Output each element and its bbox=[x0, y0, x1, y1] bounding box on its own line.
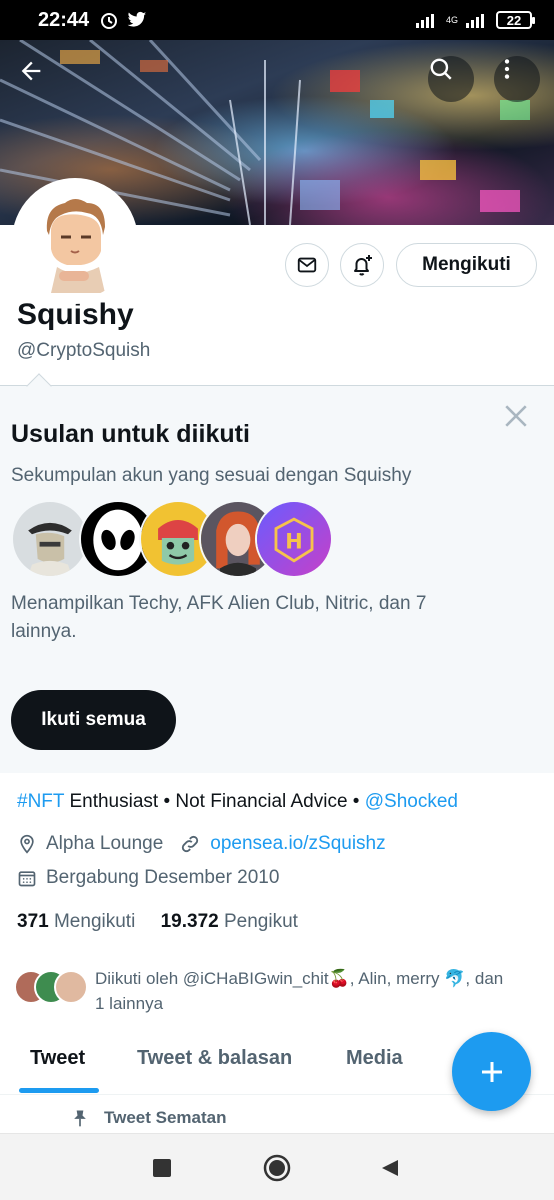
following-button[interactable]: Mengikuti bbox=[396, 243, 537, 287]
profile-stats: 371 Mengikuti 19.372 Pengikut bbox=[17, 911, 298, 933]
tab-tweet-and-replies[interactable]: Tweet & balasan bbox=[137, 1047, 292, 1070]
avatar-image bbox=[17, 183, 133, 299]
suggested-accounts-avatars[interactable]: H bbox=[11, 500, 341, 580]
battery-level: 22 bbox=[506, 12, 522, 28]
plus-icon bbox=[481, 1061, 502, 1082]
recent-apps-button[interactable] bbox=[146, 1152, 178, 1184]
close-icon[interactable] bbox=[503, 403, 529, 429]
pinned-label-text: Tweet Sematan bbox=[104, 1108, 227, 1127]
active-tab-indicator bbox=[19, 1088, 99, 1093]
followers-label: Pengikut bbox=[224, 911, 298, 932]
profile-location: Alpha Lounge bbox=[46, 833, 164, 854]
profile-joined: Bergabung Desember 2010 bbox=[46, 867, 280, 888]
more-options-button[interactable] bbox=[494, 56, 540, 102]
profile-bio: #NFT Enthusiast • Not Financial Advice •… bbox=[17, 791, 458, 813]
envelope-icon bbox=[297, 257, 317, 273]
network-type: 4G bbox=[445, 14, 458, 25]
alarm-icon bbox=[101, 13, 118, 29]
followers-count: 19.372 bbox=[160, 911, 219, 932]
suggestions-title: Usulan untuk diikuti bbox=[11, 420, 250, 448]
bio-mention-link[interactable]: @Shocked bbox=[365, 791, 458, 812]
tab-media[interactable]: Media bbox=[346, 1047, 403, 1070]
suggestions-description: Menampilkan Techy, AFK Alien Club, Nitri… bbox=[11, 590, 531, 646]
follow-all-button[interactable]: Ikuti semua bbox=[11, 690, 176, 750]
pin-icon bbox=[74, 1110, 86, 1127]
status-bar: 22:44 4G 22 bbox=[0, 0, 554, 40]
back-nav-button[interactable] bbox=[374, 1152, 406, 1184]
followed-by-avatars bbox=[14, 970, 94, 1006]
suggestions-description-line2: lainnya. bbox=[11, 621, 77, 642]
profile-website-link[interactable]: opensea.io/zSquishz bbox=[210, 833, 385, 855]
followed-by-line1: Diikuti oleh @iCHaBIGwin_chit🍒, Alin, me… bbox=[95, 969, 504, 988]
system-navigation-bar bbox=[0, 1133, 554, 1200]
suggestions-description-line1: Menampilkan Techy, AFK Alien Club, Nitri… bbox=[11, 593, 427, 614]
profile-handle: @CryptoSquish bbox=[17, 340, 151, 361]
signal-icon-2 bbox=[466, 14, 484, 28]
message-button[interactable] bbox=[285, 243, 329, 287]
followed-by-line2: 1 lainnya bbox=[95, 994, 164, 1013]
followed-by-avatar-3 bbox=[54, 970, 88, 1004]
signal-icon bbox=[415, 14, 434, 28]
suggested-avatar-1[interactable] bbox=[11, 500, 89, 578]
following-stat[interactable]: 371 Mengikuti bbox=[17, 911, 135, 932]
following-label: Mengikuti bbox=[53, 911, 136, 932]
twitter-bird-icon bbox=[127, 11, 147, 27]
battery-icon: 22 bbox=[496, 11, 535, 29]
followed-by-section[interactable]: Diikuti oleh @iCHaBIGwin_chit🍒, Alin, me… bbox=[14, 966, 544, 1016]
profile-avatar[interactable] bbox=[12, 178, 138, 304]
status-time: 22:44 bbox=[38, 8, 90, 31]
following-count: 371 bbox=[17, 911, 49, 932]
compose-tweet-button[interactable] bbox=[452, 1032, 531, 1111]
bio-text: Enthusiast • Not Financial Advice • bbox=[64, 791, 365, 812]
profile-joined-row: Bergabung Desember 2010 bbox=[17, 867, 279, 889]
link-icon bbox=[182, 835, 199, 853]
suggestions-subtitle: Sekumpulan akun yang sesuai dengan Squis… bbox=[11, 465, 412, 486]
location-icon bbox=[20, 834, 34, 854]
profile-meta-row: Alpha Lounge opensea.io/zSquishz bbox=[17, 833, 386, 855]
suggested-avatar-5[interactable]: H bbox=[255, 500, 333, 578]
svg-text:H: H bbox=[285, 529, 302, 553]
search-icon bbox=[430, 58, 452, 80]
bio-hashtag-link[interactable]: #NFT bbox=[17, 791, 64, 812]
more-vertical-icon bbox=[504, 59, 510, 79]
tab-tweet[interactable]: Tweet bbox=[30, 1047, 85, 1070]
triangle-back-icon bbox=[382, 1160, 398, 1176]
arrow-left-icon bbox=[21, 61, 41, 81]
search-button[interactable] bbox=[428, 56, 474, 102]
followed-by-text: Diikuti oleh @iCHaBIGwin_chit🍒, Alin, me… bbox=[95, 966, 545, 1016]
home-button[interactable] bbox=[261, 1152, 293, 1184]
pinned-tweet-label: Tweet Sematan bbox=[70, 1107, 227, 1129]
square-icon bbox=[153, 1159, 171, 1177]
bell-plus-icon bbox=[354, 255, 372, 276]
calendar-icon bbox=[18, 871, 36, 887]
circle-icon bbox=[263, 1154, 291, 1182]
followers-stat[interactable]: 19.372 Pengikut bbox=[161, 911, 298, 932]
notifications-button[interactable] bbox=[340, 243, 384, 287]
back-button[interactable] bbox=[17, 57, 63, 103]
